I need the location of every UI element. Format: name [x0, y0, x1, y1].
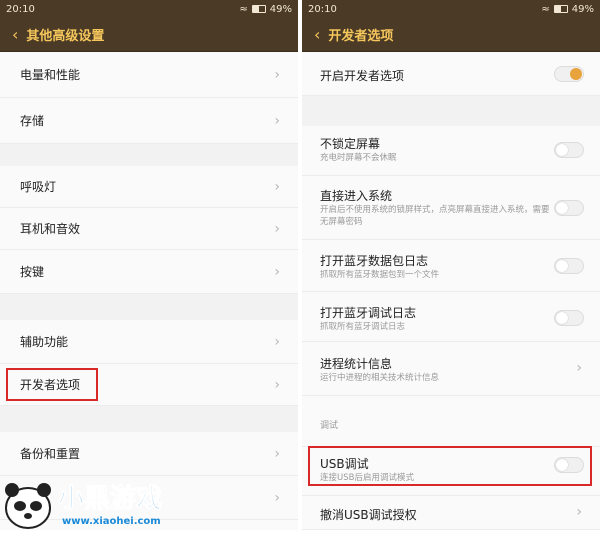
battery-percent: 49% [269, 3, 292, 15]
left-screen: 20:10 ≈ 49% ‹ 其他高级设置 电量和性能 › 存储 › 呼吸灯 › … [0, 0, 298, 530]
row-description: 充电时屏幕不会休眠 [320, 153, 397, 163]
stay-awake-row[interactable]: 不锁定屏幕 充电时屏幕不会休眠 [302, 126, 600, 176]
watermark-url: www.xiaohei.com [62, 516, 161, 527]
chevron-right-icon: › [274, 220, 280, 237]
menu-item-label: 备份和重置 [20, 447, 81, 461]
back-arrow-icon[interactable]: ‹ [314, 25, 320, 44]
menu-item-accessibility[interactable]: 辅助功能 › [0, 320, 298, 364]
battery-icon [553, 5, 568, 13]
row-label: 撤消USB调试授权 [320, 508, 417, 522]
toggle-knob [556, 312, 568, 324]
highlight-box [6, 368, 98, 401]
menu-item-label: 辅助功能 [20, 335, 69, 349]
page-title: 其他高级设置 [26, 29, 105, 44]
row-description: 运行中进程的相关技术统计信息 [320, 373, 440, 383]
battery-percent: 49% [571, 3, 594, 15]
chevron-right-icon: › [274, 376, 280, 393]
status-bar: 20:10 ≈ 49% [0, 0, 298, 18]
row-description: 开启后不使用系统的锁屏样式，点亮屏幕直接进入系统，需要无屏幕密码 [320, 205, 550, 227]
bt-hci-log-row[interactable]: 打开蓝牙数据包日志 抓取所有蓝牙数据包到一个文件 [302, 240, 600, 292]
menu-item-buttons[interactable]: 按键 › [0, 250, 298, 294]
row-label: 进程统计信息 [320, 357, 393, 371]
section-divider [0, 144, 298, 166]
toggle-knob [570, 68, 582, 80]
chevron-right-icon: › [576, 504, 582, 520]
bt-debug-log-toggle[interactable] [554, 310, 584, 326]
chevron-right-icon: › [576, 360, 582, 376]
revoke-usb-auth-row[interactable]: 撤消USB调试授权 › [302, 496, 600, 530]
menu-item-label: 按键 [20, 265, 45, 279]
menu-item-notification-light[interactable]: 呼吸灯 › [0, 166, 298, 208]
row-description: 抓取所有蓝牙调试日志 [320, 322, 406, 332]
menu-item-battery[interactable]: 电量和性能 › [0, 52, 298, 98]
battery-icon [251, 5, 266, 13]
process-stats-row[interactable]: 进程统计信息 运行中进程的相关技术统计信息 › [302, 342, 600, 396]
skip-lockscreen-row[interactable]: 直接进入系统 开启后不使用系统的锁屏样式，点亮屏幕直接进入系统，需要无屏幕密码 [302, 176, 600, 240]
menu-item-backup-reset[interactable]: 备份和重置 › [0, 432, 298, 476]
developer-options-toggle[interactable] [554, 66, 584, 82]
page-title: 开发者选项 [328, 29, 394, 44]
wifi-icon: ≈ [541, 3, 550, 15]
chevron-right-icon: › [274, 66, 280, 83]
wifi-icon: ≈ [239, 3, 248, 15]
chevron-right-icon: › [274, 112, 280, 129]
bt-hci-log-toggle[interactable] [554, 258, 584, 274]
menu-item-label: 耳机和音效 [20, 222, 81, 236]
chevron-right-icon: › [274, 178, 280, 195]
chevron-right-icon: › [274, 333, 280, 350]
row-label: 开启开发者选项 [320, 69, 405, 83]
header: ‹ 其他高级设置 [0, 18, 298, 52]
toggle-knob [556, 144, 568, 156]
status-time: 20:10 [308, 3, 337, 15]
header: ‹ 开发者选项 [302, 18, 600, 52]
chevron-right-icon: › [274, 489, 280, 506]
menu-item-headphones-audio[interactable]: 耳机和音效 › [0, 208, 298, 250]
developer-options-row[interactable]: 开启开发者选项 [302, 52, 600, 96]
watermark-text: 小黑游戏 [57, 484, 163, 515]
menu-item-label: 电量和性能 [20, 68, 81, 82]
stay-awake-toggle[interactable] [554, 142, 584, 158]
row-label: 直接进入系统 [320, 189, 393, 203]
row-label: 不锁定屏幕 [320, 137, 381, 151]
row-description: 抓取所有蓝牙数据包到一个文件 [320, 270, 440, 280]
row-label: 打开蓝牙调试日志 [320, 306, 417, 320]
toggle-knob [556, 202, 568, 214]
skip-lockscreen-toggle[interactable] [554, 200, 584, 216]
highlight-box [308, 446, 592, 486]
menu-item-label: 存储 [20, 114, 45, 128]
section-divider [302, 96, 600, 126]
status-time: 20:10 [6, 3, 35, 15]
right-screen: 20:10 ≈ 49% ‹ 开发者选项 开启开发者选项 不锁定屏幕 充电时屏幕不… [302, 0, 600, 530]
section-header: 调试 [302, 396, 600, 446]
row-label: 打开蓝牙数据包日志 [320, 254, 429, 268]
chevron-right-icon: › [274, 263, 280, 280]
watermark: 小黑游戏 www.xiaohei.com [0, 476, 190, 530]
menu-item-label: 呼吸灯 [20, 180, 57, 194]
section-title: 调试 [320, 421, 339, 431]
section-divider [0, 294, 298, 320]
section-divider [0, 406, 298, 432]
back-arrow-icon[interactable]: ‹ [12, 25, 18, 44]
menu-item-storage[interactable]: 存储 › [0, 98, 298, 144]
toggle-knob [556, 260, 568, 272]
status-bar: 20:10 ≈ 49% [302, 0, 600, 18]
chevron-right-icon: › [274, 445, 280, 462]
bt-debug-log-row[interactable]: 打开蓝牙调试日志 抓取所有蓝牙调试日志 [302, 292, 600, 342]
